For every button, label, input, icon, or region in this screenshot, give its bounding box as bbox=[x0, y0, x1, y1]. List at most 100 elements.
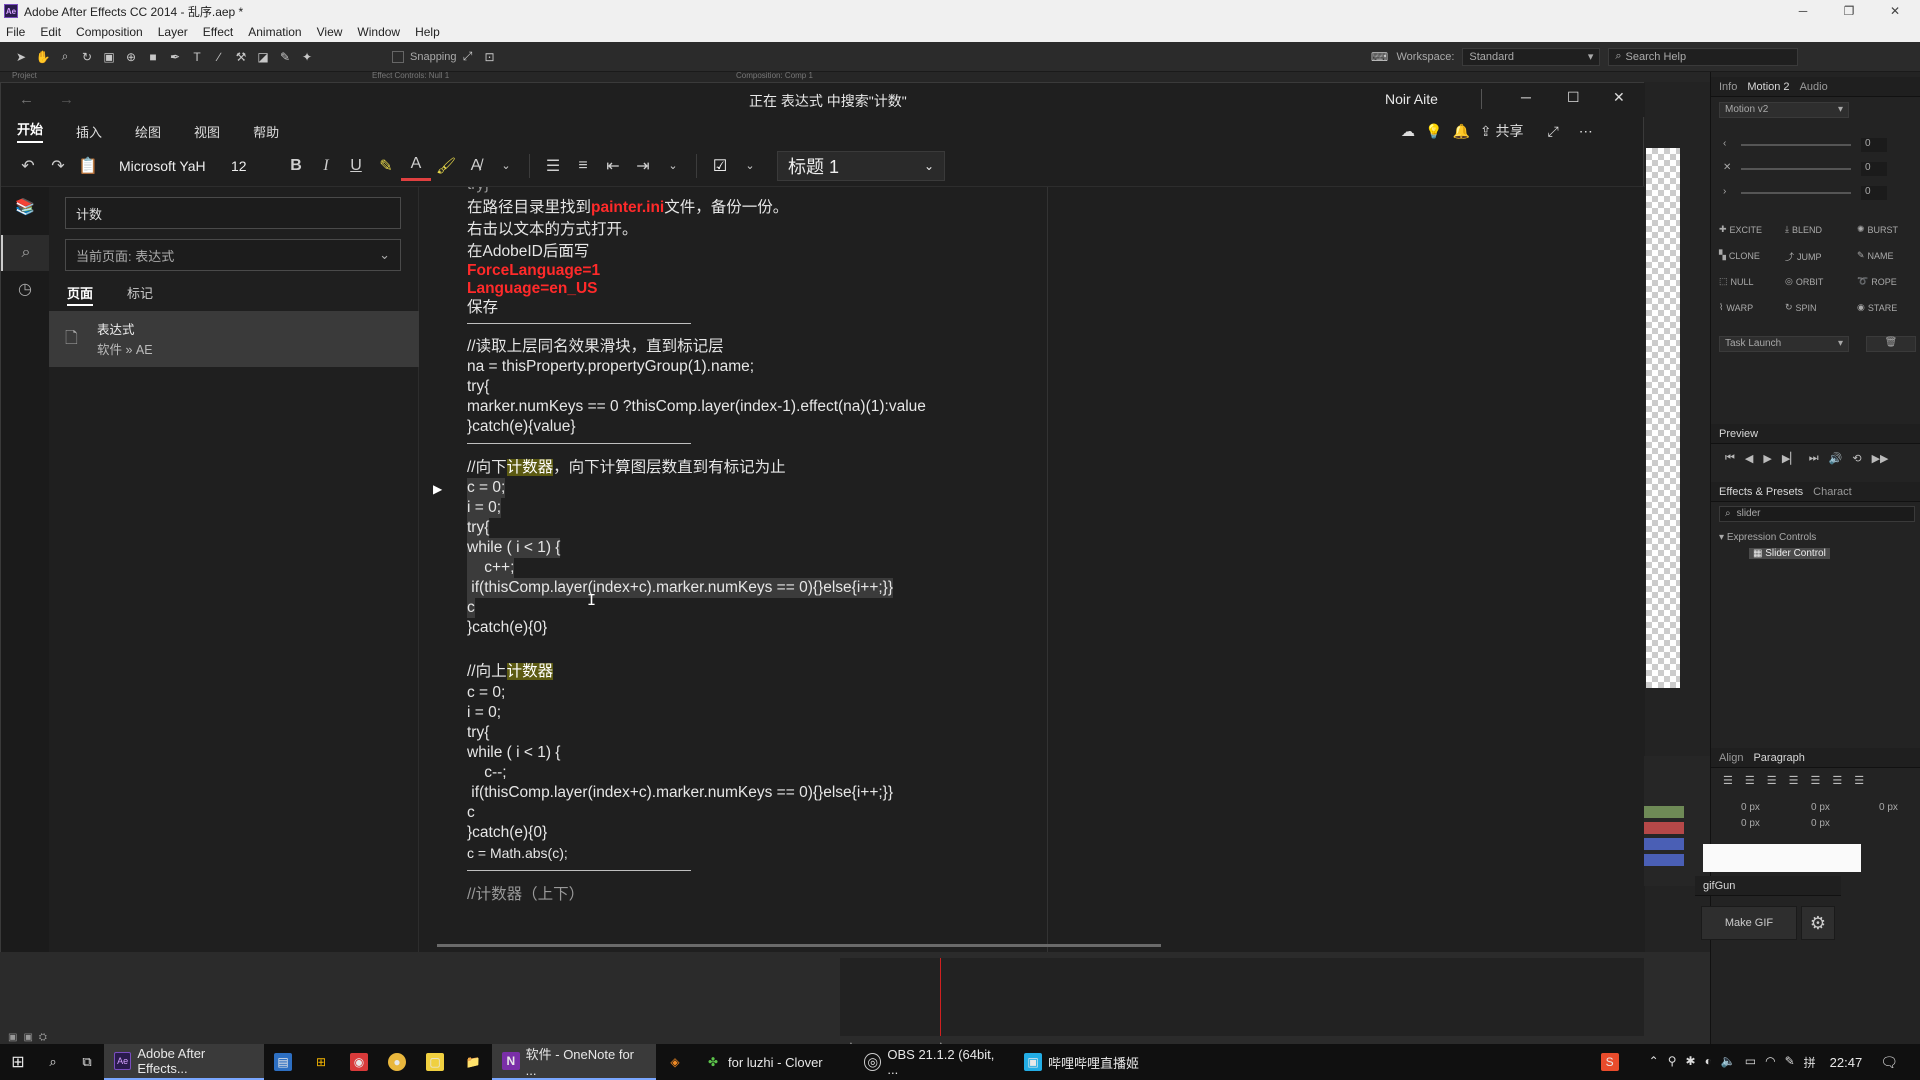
network-icon[interactable]: ⚲ bbox=[1668, 1054, 1677, 1071]
clone-button[interactable]: ▚ CLONE bbox=[1719, 250, 1760, 261]
ime-mode-icon[interactable]: 拼 bbox=[1804, 1054, 1816, 1071]
todo-tag-icon[interactable]: ☑ bbox=[705, 151, 735, 181]
taskbar-pinned-terminal[interactable]: ▤ bbox=[264, 1044, 302, 1080]
tab-pages[interactable]: 页面 bbox=[67, 283, 94, 306]
project-tab[interactable]: Project bbox=[12, 71, 37, 80]
horizontal-scrollbar-thumb[interactable] bbox=[437, 944, 1161, 947]
zoom-tool-icon[interactable]: ⌕ bbox=[54, 46, 76, 68]
timeline-track-area[interactable] bbox=[840, 958, 1644, 1036]
tab-character[interactable]: Charact bbox=[1813, 486, 1852, 498]
menu-effect[interactable]: Effect bbox=[203, 25, 233, 39]
tab-gifgun[interactable]: gifGun bbox=[1703, 880, 1735, 892]
chevron-down-icon[interactable]: ⌄ bbox=[491, 151, 521, 181]
justify-left-icon[interactable]: ☰ bbox=[1789, 774, 1799, 787]
menu-animation[interactable]: Animation bbox=[248, 25, 301, 39]
lightbulb-icon[interactable]: 💡 bbox=[1425, 123, 1442, 140]
hand-tool-icon[interactable]: ✋ bbox=[32, 46, 54, 68]
rotate-tool-icon[interactable]: ↻ bbox=[76, 46, 98, 68]
paragraph-handle-icon[interactable]: ▶ bbox=[433, 482, 442, 496]
close-icon[interactable]: ✕ bbox=[1872, 0, 1918, 22]
slider-track[interactable] bbox=[1741, 192, 1851, 194]
snapping-checkbox[interactable] bbox=[392, 50, 404, 63]
menu-layer[interactable]: Layer bbox=[158, 25, 188, 39]
notebooks-icon[interactable]: 📚 bbox=[13, 195, 37, 219]
chevron-down-icon[interactable]: ⌄ bbox=[735, 151, 765, 181]
taskbar-pinned-store[interactable]: ⊞ bbox=[302, 1044, 340, 1080]
share-button[interactable]: ⇪ 共享 bbox=[1480, 121, 1524, 141]
taskbar-app-after-effects[interactable]: Ae Adobe After Effects... bbox=[104, 1044, 264, 1080]
restore-icon[interactable]: ❐ bbox=[1826, 0, 1872, 22]
clipboard-icon[interactable]: 📋 bbox=[73, 151, 103, 181]
stare-button[interactable]: ◉ STARE bbox=[1857, 302, 1897, 313]
warp-button[interactable]: ⌇ WARP bbox=[1719, 302, 1753, 313]
tab-paragraph[interactable]: Paragraph bbox=[1753, 752, 1804, 764]
effects-search-input[interactable]: ⌕ slider bbox=[1719, 506, 1915, 522]
redo-icon[interactable]: ↷ bbox=[43, 151, 73, 181]
null-button[interactable]: ⬚ NULL bbox=[1719, 276, 1754, 287]
taskbar-pinned-app[interactable]: ◉ bbox=[340, 1044, 378, 1080]
space-after-value[interactable]: 0 px bbox=[1811, 818, 1830, 829]
bluetooth-icon[interactable]: ✱ bbox=[1686, 1054, 1696, 1071]
menu-edit[interactable]: Edit bbox=[40, 25, 61, 39]
recent-clock-icon[interactable]: ◷ bbox=[13, 277, 37, 301]
task-launch-dropdown[interactable]: Task Launch ▾ bbox=[1719, 336, 1849, 352]
tab-home[interactable]: 开始 bbox=[17, 119, 44, 143]
clock[interactable]: 22:47 bbox=[1830, 1055, 1863, 1070]
align-left-icon[interactable]: ☰ bbox=[1723, 774, 1733, 787]
wifi-icon[interactable]: ◠ bbox=[1765, 1054, 1775, 1071]
layer-switch-icon[interactable]: ▣ bbox=[23, 1032, 32, 1043]
flow-switch-icon[interactable]: ⛭ bbox=[39, 1032, 47, 1043]
jump-button[interactable]: ⤴ JUMP bbox=[1785, 250, 1822, 263]
tab-effects-presets[interactable]: Effects & Presets bbox=[1719, 486, 1803, 498]
pen-icon[interactable]: ✎ bbox=[1785, 1054, 1795, 1071]
pen-tool-icon[interactable]: ✒ bbox=[164, 46, 186, 68]
clear-formatting-icon[interactable]: A̸ bbox=[461, 151, 491, 181]
increase-indent-icon[interactable]: ⇥ bbox=[628, 151, 658, 181]
tab-draw[interactable]: 绘图 bbox=[135, 122, 161, 141]
menu-window[interactable]: Window bbox=[357, 25, 400, 39]
task-view-button[interactable]: ⧉ bbox=[70, 1044, 104, 1080]
puppet-tool-icon[interactable]: ✦ bbox=[296, 46, 318, 68]
menu-help[interactable]: Help bbox=[415, 25, 440, 39]
gear-icon[interactable]: ⚙ bbox=[1801, 906, 1835, 940]
taskbar-app-onenote[interactable]: N 软件 - OneNote for ... bbox=[492, 1044, 656, 1080]
first-frame-icon[interactable]: ⏮ bbox=[1725, 452, 1735, 465]
tab-audio[interactable]: Audio bbox=[1800, 81, 1828, 93]
search-result-item[interactable]: 🗋 表达式 软件 » AE bbox=[49, 311, 419, 367]
taskbar-app-obs[interactable]: ◎ OBS 21.1.2 (64bit, ... bbox=[854, 1044, 1014, 1080]
taskbar-app-clover[interactable]: ✤ for luzhi - Clover bbox=[694, 1044, 854, 1080]
tab-preview[interactable]: Preview bbox=[1719, 428, 1758, 440]
name-button[interactable]: ✎ NAME bbox=[1857, 250, 1894, 261]
justify-right-icon[interactable]: ☰ bbox=[1832, 774, 1842, 787]
roto-brush-tool-icon[interactable]: ✎ bbox=[274, 46, 296, 68]
tray-app-icon[interactable]: ◐ bbox=[1705, 1054, 1712, 1071]
page-canvas[interactable]: try} 在路径目录里找到painter.ini文件，备份一份。 右击以文本的方… bbox=[419, 187, 1645, 953]
taskbar-pinned-app2[interactable]: ◈ bbox=[656, 1044, 694, 1080]
taskbar-pinned-explorer[interactable]: 📁 bbox=[454, 1044, 492, 1080]
italic-icon[interactable]: I bbox=[311, 151, 341, 181]
chevron-up-icon[interactable]: ⌃ bbox=[1649, 1054, 1659, 1071]
forward-arrow-icon[interactable]: → bbox=[59, 91, 74, 108]
minimize-icon[interactable]: ─ bbox=[1521, 89, 1531, 105]
bell-icon[interactable]: 🔔 bbox=[1452, 123, 1469, 140]
style-dropdown[interactable]: 标题 1 ⌄ bbox=[777, 150, 945, 181]
composition-tab[interactable]: Composition: Comp 1 bbox=[736, 71, 813, 80]
back-arrow-icon[interactable]: ← bbox=[19, 91, 34, 108]
sogou-ime-icon[interactable]: S bbox=[1600, 1053, 1619, 1071]
start-button[interactable]: ⊞ bbox=[0, 1044, 36, 1080]
tab-view[interactable]: 视图 bbox=[194, 122, 220, 141]
user-name[interactable]: Noir Aite bbox=[1385, 91, 1438, 107]
tab-tags[interactable]: 标记 bbox=[127, 283, 153, 302]
motion-version-dropdown[interactable]: Motion v2 ▾ bbox=[1719, 102, 1849, 118]
burst-button[interactable]: ✺ BURST bbox=[1857, 224, 1898, 235]
format-painter-icon[interactable]: 🖌 bbox=[431, 151, 461, 181]
audio-icon[interactable]: 🔊 bbox=[1829, 452, 1843, 465]
align-center-icon[interactable]: ☰ bbox=[1745, 774, 1755, 787]
tab-align[interactable]: Align bbox=[1719, 752, 1743, 764]
play-icon[interactable]: ▶ bbox=[1763, 452, 1771, 465]
slider-value-box[interactable]: 0 bbox=[1861, 138, 1887, 152]
eraser-tool-icon[interactable]: ◪ bbox=[252, 46, 274, 68]
indent-left-value[interactable]: 0 px bbox=[1741, 802, 1760, 813]
slider-value-box[interactable]: 0 bbox=[1861, 186, 1887, 200]
selection-tool-icon[interactable]: ➤ bbox=[10, 46, 32, 68]
